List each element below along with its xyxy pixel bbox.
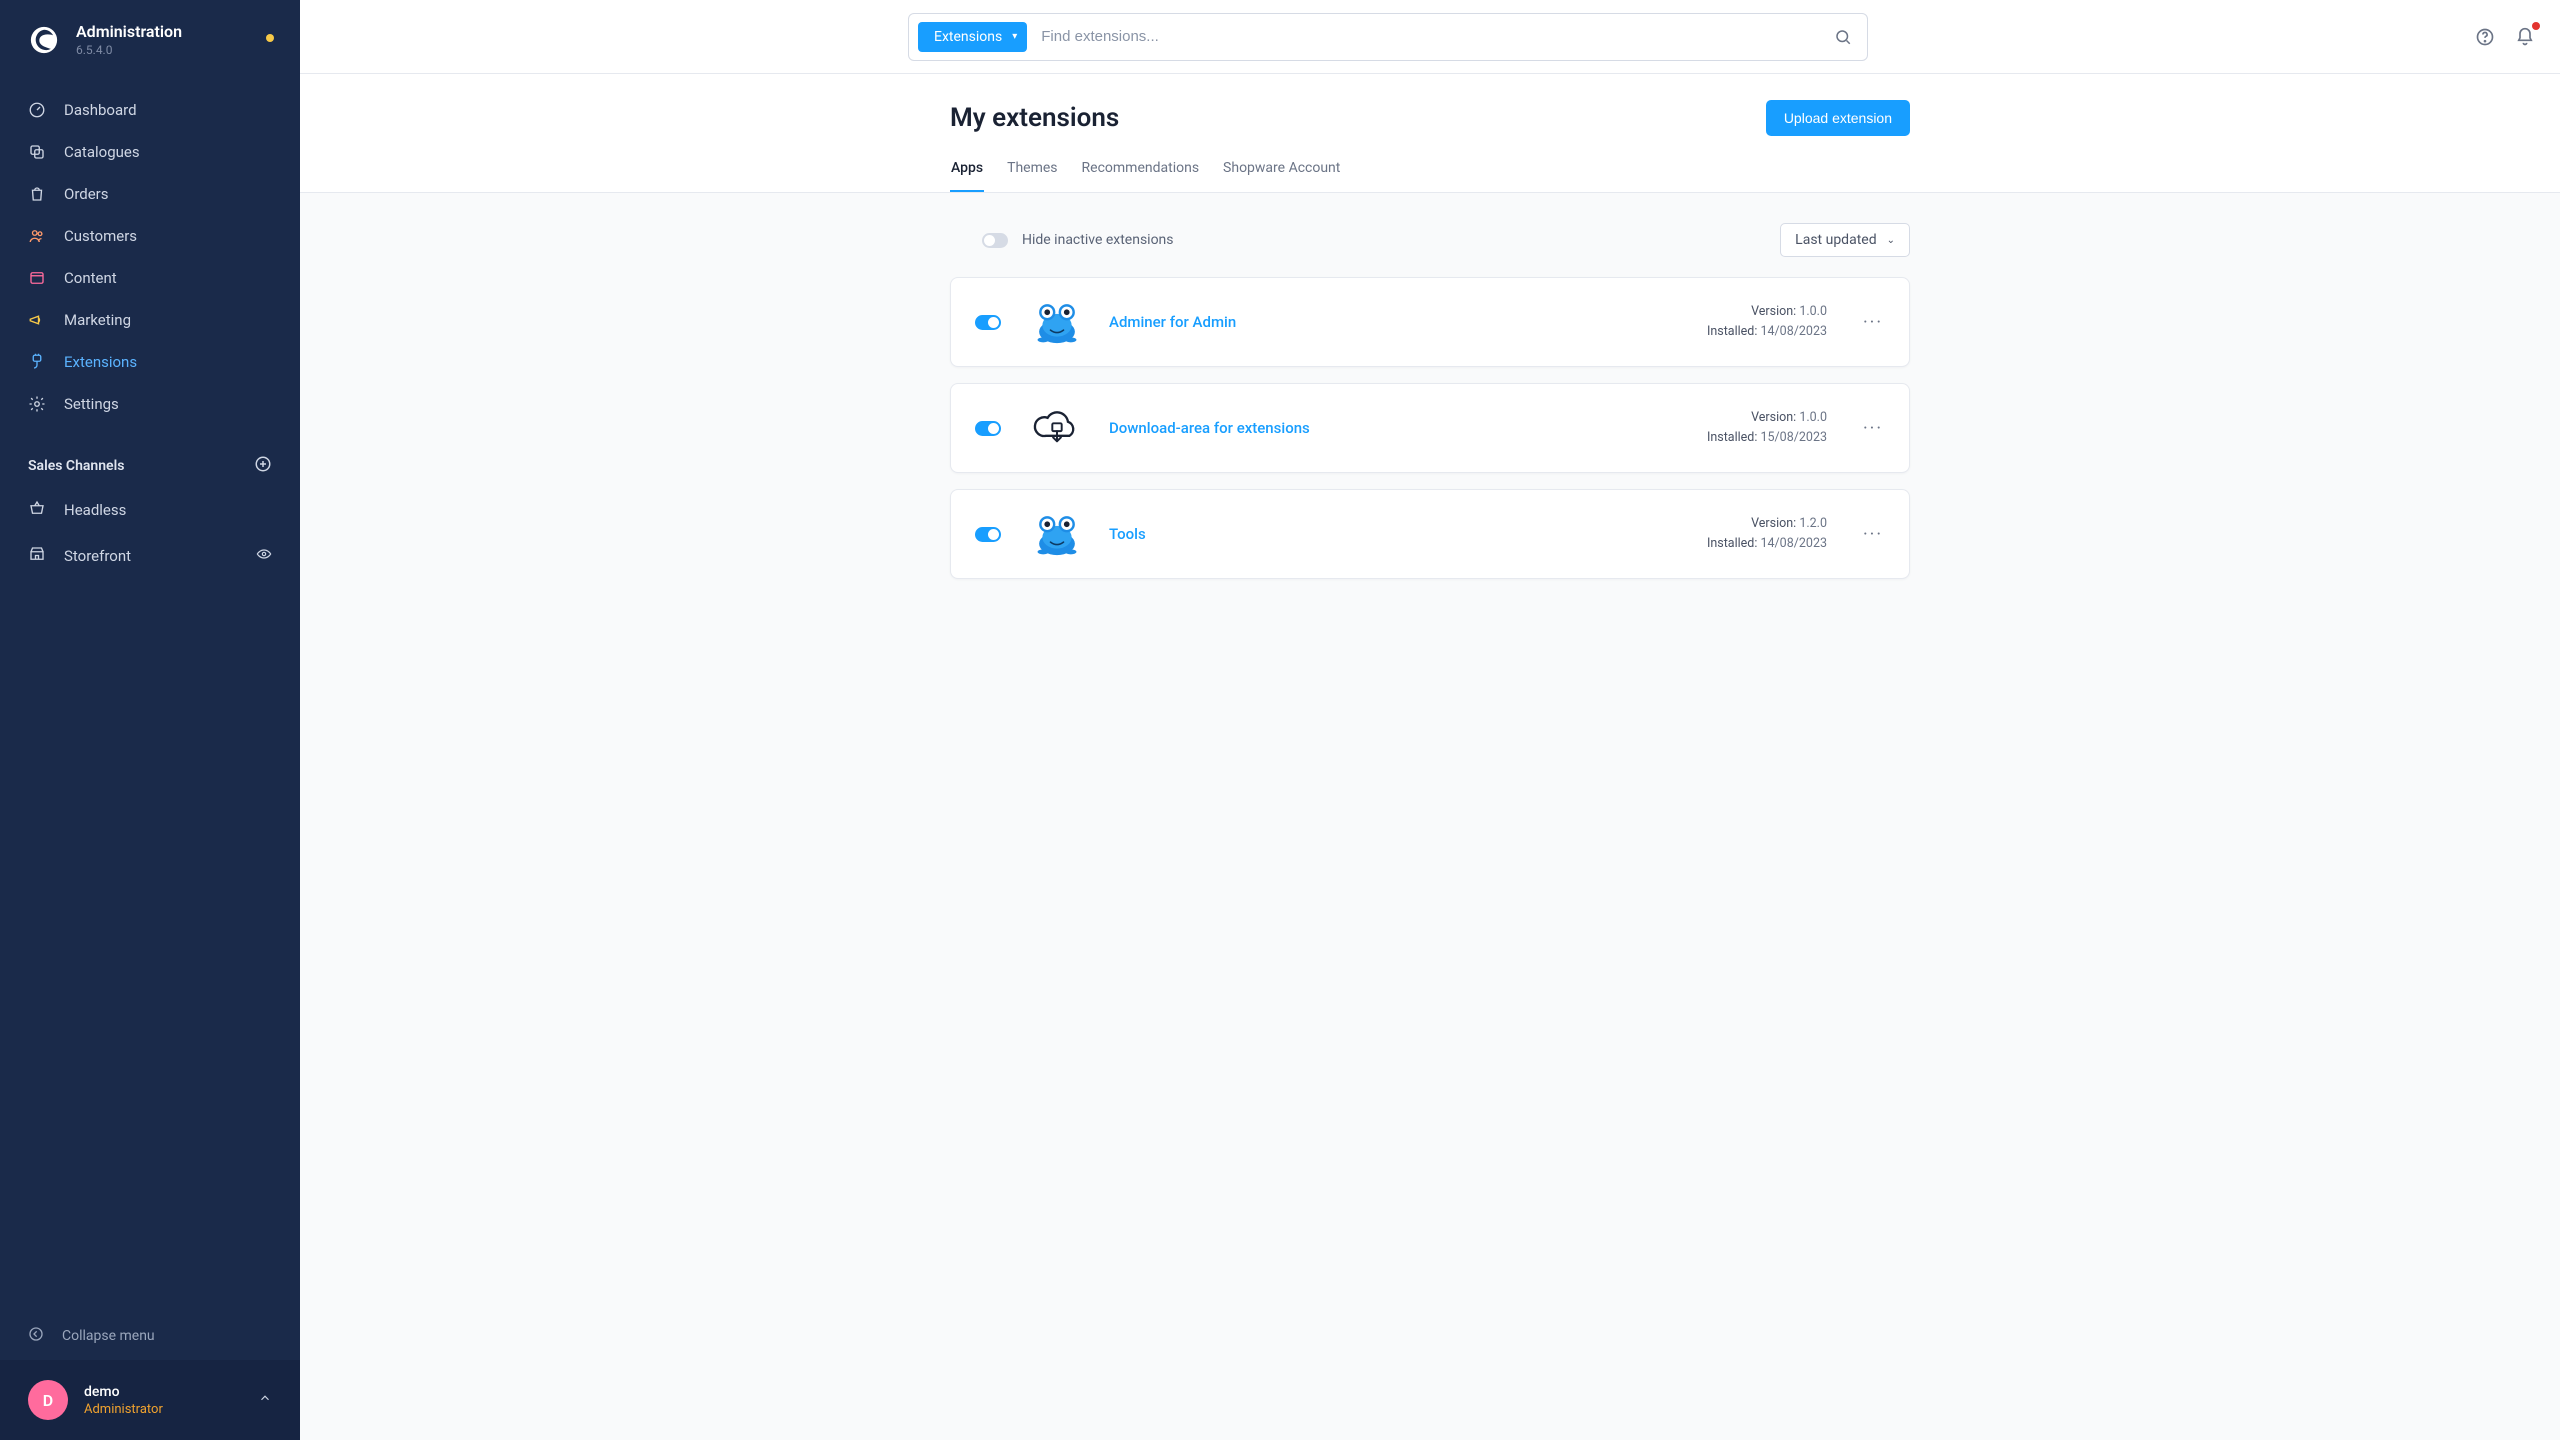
sales-channels-label: Sales Channels: [28, 458, 124, 474]
extension-context-menu[interactable]: ···: [1861, 312, 1885, 333]
sidebar-item-marketing[interactable]: Marketing: [0, 299, 300, 341]
store-icon: [28, 545, 46, 567]
megaphone-icon: [28, 311, 46, 329]
sidebar-item-label: Catalogues: [64, 143, 140, 161]
sidebar-item-dashboard[interactable]: Dashboard: [0, 89, 300, 131]
page-title: My extensions: [950, 103, 1119, 133]
extension-context-menu[interactable]: ···: [1861, 418, 1885, 439]
tab-account[interactable]: Shopware Account: [1222, 150, 1341, 192]
extension-toggle[interactable]: [975, 315, 1001, 330]
tab-apps[interactable]: Apps: [950, 150, 984, 192]
page: My extensions Upload extension Apps Theme…: [300, 74, 2560, 1440]
topbar: Extensions ▾: [300, 0, 2560, 74]
extension-meta: Version: 1.2.0Installed: 14/08/2023: [1707, 514, 1827, 554]
extension-icon: [1029, 294, 1085, 350]
sidebar-item-label: Content: [64, 269, 117, 287]
sales-channels-header: Sales Channels: [0, 429, 300, 487]
topbar-actions: [2472, 24, 2538, 50]
main-nav: Dashboard Catalogues Orders Customers Conten…: [0, 75, 300, 429]
extension-meta: Version: 1.0.0Installed: 15/08/2023: [1707, 408, 1827, 448]
search-button[interactable]: [1819, 13, 1867, 61]
page-header: My extensions Upload extension Apps Theme…: [300, 74, 2560, 193]
channel-item-headless[interactable]: Headless: [0, 487, 300, 533]
extension-toggle[interactable]: [975, 527, 1001, 542]
switch-off-icon: [982, 233, 1008, 248]
sidebar-item-label: Settings: [64, 395, 119, 413]
sales-channels-list: Headless Storefront: [0, 487, 300, 579]
channel-item-label: Headless: [64, 501, 126, 519]
sidebar-header: Administration 6.5.4.0: [0, 0, 300, 75]
tab-recommendations[interactable]: Recommendations: [1081, 150, 1201, 192]
extension-icon: [1029, 506, 1085, 562]
gauge-icon: [28, 101, 46, 119]
status-dot-icon: [266, 34, 274, 42]
chevron-up-icon: [258, 1391, 272, 1409]
user-name: demo: [84, 1384, 163, 1400]
collapse-menu-button[interactable]: Collapse menu: [0, 1312, 300, 1360]
sidebar-item-customers[interactable]: Customers: [0, 215, 300, 257]
notifications-icon[interactable]: [2512, 24, 2538, 50]
sidebar-item-label: Dashboard: [64, 101, 137, 119]
extension-meta: Version: 1.0.0Installed: 14/08/2023: [1707, 302, 1827, 342]
window-icon: [28, 269, 46, 287]
extension-toggle[interactable]: [975, 421, 1001, 436]
gear-icon: [28, 395, 46, 413]
users-icon: [28, 227, 46, 245]
sidebar-item-label: Extensions: [64, 353, 137, 371]
basket-icon: [28, 499, 46, 521]
plug-icon: [28, 353, 46, 371]
sidebar-item-orders[interactable]: Orders: [0, 173, 300, 215]
collapse-label: Collapse menu: [62, 1328, 155, 1344]
sidebar-item-catalogues[interactable]: Catalogues: [0, 131, 300, 173]
sidebar-item-label: Marketing: [64, 311, 131, 329]
collapse-icon: [28, 1326, 44, 1346]
extension-name-link[interactable]: Tools: [1109, 525, 1146, 543]
sidebar-item-settings[interactable]: Settings: [0, 383, 300, 425]
extension-list: Adminer for Admin Version: 1.0.0Installed…: [950, 277, 1910, 579]
search-scope-label: Extensions: [934, 29, 1002, 45]
brand-title: Administration: [76, 22, 182, 41]
main: Extensions ▾ My extensions Upload ext: [300, 0, 2560, 1440]
extension-name-link[interactable]: Download-area for extensions: [1109, 419, 1310, 437]
search-input[interactable]: [1027, 28, 1819, 45]
notification-badge: [2532, 22, 2540, 30]
sort-dropdown[interactable]: Last updated ⌄: [1780, 223, 1910, 257]
search-scope-dropdown[interactable]: Extensions ▾: [918, 22, 1027, 52]
brand-logo-icon: [28, 24, 60, 56]
searchbar: Extensions ▾: [908, 13, 1868, 61]
content-body: Hide inactive extensions Last updated ⌄ …: [950, 217, 1910, 579]
chevron-down-icon: ▾: [1012, 31, 1017, 42]
extension-card: Adminer for Admin Version: 1.0.0Installed…: [950, 277, 1910, 367]
bag-icon: [28, 185, 46, 203]
upload-extension-button[interactable]: Upload extension: [1766, 100, 1910, 136]
user-menu[interactable]: D demo Administrator: [0, 1360, 300, 1440]
user-role: Administrator: [84, 1402, 163, 1417]
list-toolbar: Hide inactive extensions Last updated ⌄: [950, 217, 1910, 277]
extension-card: Download-area for extensions Version: 1.0…: [950, 383, 1910, 473]
hide-inactive-toggle[interactable]: Hide inactive extensions: [950, 232, 1174, 248]
extension-context-menu[interactable]: ···: [1861, 524, 1885, 545]
sidebar-item-label: Customers: [64, 227, 137, 245]
channel-item-storefront[interactable]: Storefront: [0, 533, 300, 579]
chevron-down-icon: ⌄: [1887, 235, 1895, 246]
sidebar-item-content[interactable]: Content: [0, 257, 300, 299]
extension-name-link[interactable]: Adminer for Admin: [1109, 313, 1236, 331]
extension-icon: [1029, 400, 1085, 456]
add-channel-icon[interactable]: [254, 455, 272, 477]
sidebar-item-extensions[interactable]: Extensions: [0, 341, 300, 383]
brand-version: 6.5.4.0: [76, 43, 182, 57]
hide-inactive-label: Hide inactive extensions: [1022, 232, 1174, 248]
sort-label: Last updated: [1795, 232, 1876, 248]
channel-item-label: Storefront: [64, 547, 131, 565]
layers-icon: [28, 143, 46, 161]
sidebar: Administration 6.5.4.0 Dashboard Catalogu…: [0, 0, 300, 1440]
tabs: Apps Themes Recommendations Shopware Accoun…: [950, 150, 1910, 192]
visibility-icon[interactable]: [256, 546, 272, 566]
avatar: D: [28, 1380, 68, 1420]
help-icon[interactable]: [2472, 24, 2498, 50]
tab-themes[interactable]: Themes: [1006, 150, 1058, 192]
extension-card: Tools Version: 1.2.0Installed: 14/08/2023…: [950, 489, 1910, 579]
sidebar-item-label: Orders: [64, 185, 109, 203]
